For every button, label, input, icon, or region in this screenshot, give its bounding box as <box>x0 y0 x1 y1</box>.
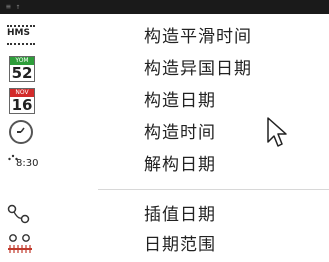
hms-icon: HMS <box>6 24 35 50</box>
menu-item-construct-exotic-date[interactable]: YOM 52 构造异国日期 <box>0 54 329 84</box>
menu-item-deconstruct-date[interactable]: 8:30 解构日期 <box>0 150 329 180</box>
menu-item-construct-date[interactable]: NOV 16 构造日期 <box>0 86 329 116</box>
menu-item-date-range[interactable]: 日期范围 <box>0 230 329 260</box>
menu-item-label: 解构日期 <box>144 155 216 175</box>
deconstruct-date-icon: 8:30 <box>6 152 38 178</box>
top-bar-glyph: ≡ ↑ <box>6 2 21 11</box>
menu-item-construct-smooth-time[interactable]: HMS 构造平滑时间 <box>0 22 329 52</box>
clock-icon <box>6 120 34 146</box>
menu-item-label: 构造异国日期 <box>144 59 252 79</box>
menu-item-interpolate-dates[interactable]: 插值日期 <box>0 200 329 230</box>
menu-item-label: 构造平滑时间 <box>144 27 252 47</box>
calendar-yom-52-icon: YOM 52 <box>6 56 35 82</box>
calendar-nov-16-icon: NOV 16 <box>6 88 35 114</box>
menu-item-label: 构造时间 <box>144 123 216 143</box>
date-range-icon <box>6 232 34 258</box>
menu-divider <box>98 189 329 190</box>
interpolate-dates-icon <box>6 202 34 228</box>
menu-item-label: 构造日期 <box>144 91 216 111</box>
menu-item-label: 日期范围 <box>144 235 216 255</box>
top-bar: ≡ ↑ <box>0 0 329 14</box>
menu-item-label: 插值日期 <box>144 205 216 225</box>
mouse-cursor-icon <box>267 117 287 147</box>
